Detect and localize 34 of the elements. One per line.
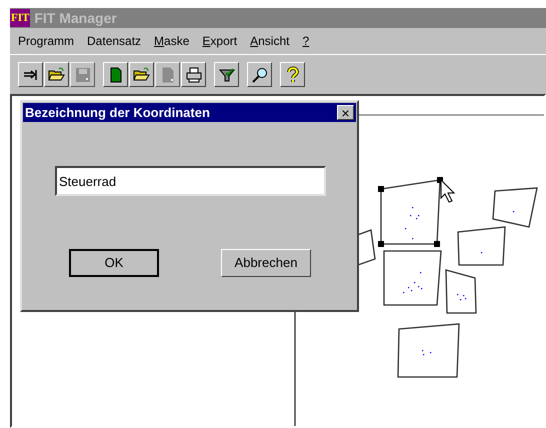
menu-item[interactable]: Datensatz (87, 32, 142, 50)
dialog-title: Bezeichnung der Koordinaten (25, 104, 210, 122)
close-button[interactable]: × (337, 105, 354, 120)
mouse-pointer-icon (440, 178, 456, 203)
folder-icon (132, 66, 150, 84)
menu-item[interactable]: Programm (18, 32, 74, 50)
quadrilateral (492, 187, 538, 228)
toolbar-button[interactable] (44, 62, 69, 87)
magnifier-icon (250, 66, 268, 84)
toolbar-button[interactable] (181, 62, 206, 87)
toolbar-button[interactable] (103, 62, 128, 87)
toolbar-button[interactable] (280, 62, 305, 87)
menu-item[interactable]: Maske (154, 32, 190, 50)
toolbar-button[interactable] (129, 62, 154, 87)
filter-icon (218, 66, 236, 84)
quadrilateral (445, 269, 477, 314)
toolbar-button[interactable] (247, 62, 272, 87)
menu-item[interactable]: Export (202, 32, 238, 50)
menu-item[interactable]: Ansicht (250, 32, 290, 50)
folder-icon (48, 66, 66, 84)
dialog-button[interactable]: OK (69, 249, 159, 277)
selected-quadrilateral (378, 177, 443, 247)
text-field[interactable]: Steuerrad (55, 166, 326, 196)
window-title: FIT Manager (34, 8, 117, 28)
quadrilateral (457, 226, 506, 266)
dialog-button[interactable]: Abbrechen (221, 249, 311, 277)
quadrilateral (383, 250, 442, 306)
app-logo: FIT (10, 9, 30, 27)
toolbar-button[interactable] (18, 62, 43, 87)
menu-item[interactable]: ? (302, 32, 310, 50)
floppy-icon (74, 66, 92, 84)
printer-icon (184, 66, 202, 84)
quadrilateral (397, 323, 460, 378)
toolbar-button[interactable] (214, 62, 239, 87)
